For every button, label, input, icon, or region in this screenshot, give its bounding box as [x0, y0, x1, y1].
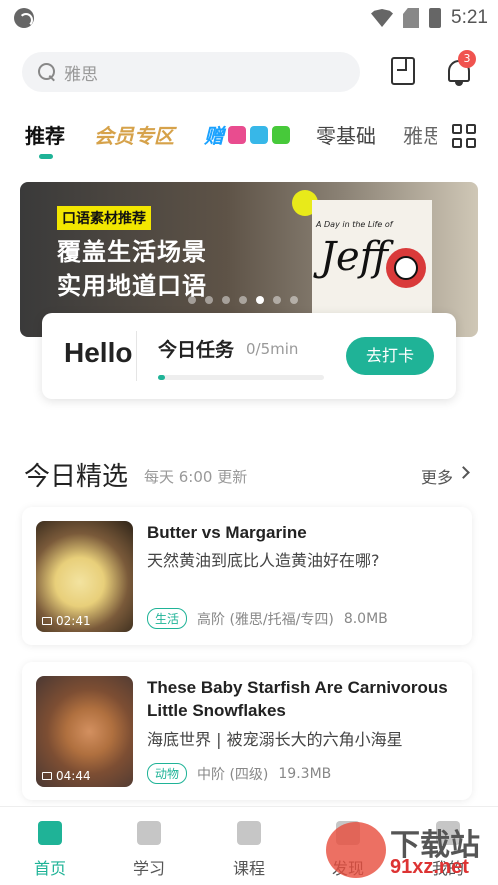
- video-icon: [42, 772, 52, 780]
- search-input[interactable]: 雅思: [22, 52, 360, 92]
- item-meta: 生活 高阶 (雅思/托福/专四) 8.0MB: [147, 608, 388, 629]
- banner-poster-image: A Day in the Life of Jeff: [312, 200, 432, 320]
- banner-headline-1: 覆盖生活场景: [57, 238, 207, 266]
- list-item[interactable]: 04:44 These Baby Starfish Are Carnivorou…: [22, 662, 472, 800]
- item-meta: 动物 中阶 (四级) 19.3MB: [147, 763, 331, 784]
- search-icon: [38, 63, 56, 81]
- duration-text: 04:44: [56, 769, 91, 783]
- carousel-dot[interactable]: [290, 296, 298, 304]
- item-title: Butter vs Margarine: [147, 523, 307, 542]
- list-item[interactable]: 02:41 Butter vs Margarine 天然黄油到底比人造黄油好在哪…: [22, 507, 472, 645]
- poster-title: A Day in the Life of: [316, 220, 393, 229]
- carousel-dot[interactable]: [256, 296, 264, 304]
- section-subtitle: 每天 6:00 更新: [144, 468, 248, 486]
- iqiyi-logo-icon: [272, 125, 290, 144]
- size-text: 8.0MB: [343, 610, 388, 627]
- hello-label: Hello: [64, 337, 133, 368]
- nav-home[interactable]: 首页: [20, 821, 80, 879]
- nav-label: 首页: [33, 859, 66, 878]
- item-subtitle: 海底世界 | 被宠溺长大的六角小海星: [147, 730, 403, 749]
- item-title: These Baby Starfish Are Carnivorous Litt…: [147, 678, 448, 720]
- status-bar: 5:21: [0, 0, 498, 36]
- nav-study[interactable]: 学习: [119, 821, 179, 879]
- nav-label: 学习: [132, 859, 165, 878]
- level-text: 高阶 (雅思/托福/专四): [197, 611, 334, 628]
- carousel-dot[interactable]: [222, 296, 230, 304]
- duration-text: 02:41: [56, 614, 91, 628]
- notification-badge: 3: [458, 50, 476, 68]
- category-tabs: 推荐 会员专区 赠 零基础 雅思: [0, 116, 498, 164]
- daily-task-card: Hello 今日任务 0/5min 去打卡: [42, 313, 456, 399]
- video-play-icon: [250, 125, 268, 144]
- play-book-icon: [137, 821, 161, 845]
- banner-headline-2: 实用地道口语: [57, 272, 207, 300]
- watermark-url: 91xz.net: [390, 856, 469, 878]
- carousel-dot[interactable]: [205, 296, 213, 304]
- poster-name: Jeff: [320, 234, 389, 280]
- partner-logo-icon: [228, 125, 246, 144]
- video-thumbnail: 04:44: [36, 676, 133, 787]
- more-link[interactable]: 更多: [421, 464, 453, 488]
- tab-gift-label: 赠: [204, 124, 224, 148]
- notification-button[interactable]: 3: [446, 50, 476, 86]
- category-tag: 动物: [147, 763, 188, 784]
- category-tag: 生活: [147, 608, 188, 629]
- nav-label: 课程: [232, 859, 265, 878]
- tab-ielts[interactable]: 雅思: [403, 120, 437, 149]
- size-text: 19.3MB: [278, 765, 332, 782]
- banner-chip: 口语素材推荐: [57, 206, 151, 230]
- status-time: 5:21: [451, 7, 488, 28]
- clock-icon: [386, 248, 426, 288]
- daily-task-progress-text: 0/5min: [246, 340, 299, 358]
- tab-vip-zone[interactable]: 会员专区: [94, 120, 174, 149]
- check-in-button[interactable]: 去打卡: [346, 337, 434, 375]
- carousel-dot[interactable]: [188, 296, 196, 304]
- wifi-icon: [371, 9, 394, 27]
- level-text: 中阶 (四级): [197, 766, 269, 783]
- no-sim-icon: [403, 8, 420, 28]
- tab-recommend[interactable]: 推荐: [25, 120, 65, 149]
- section-title: 今日精选: [24, 462, 129, 492]
- carousel-dot[interactable]: [273, 296, 281, 304]
- grid-menu-icon[interactable]: [452, 124, 476, 148]
- daily-task-progress-fill: [158, 375, 165, 380]
- watermark-logo-icon: [326, 822, 386, 878]
- watermark: 下载站 91xz.net: [318, 820, 498, 880]
- item-subtitle: 天然黄油到底比人造黄油好在哪?: [147, 551, 380, 570]
- tab-zero-basics[interactable]: 零基础: [316, 120, 376, 149]
- divider: [136, 331, 137, 381]
- todays-picks-header: 今日精选 每天 6:00 更新 更多: [0, 452, 498, 496]
- carousel-indicator: [188, 296, 298, 304]
- home-icon: [38, 821, 62, 845]
- app-status-icon: [14, 8, 34, 28]
- video-icon: [42, 617, 52, 625]
- nav-courses[interactable]: 课程: [219, 821, 279, 879]
- video-thumbnail: 02:41: [36, 521, 133, 632]
- active-tab-indicator: [39, 154, 53, 159]
- carousel-dot[interactable]: [239, 296, 247, 304]
- chevron-right-icon[interactable]: [457, 466, 470, 479]
- duration-label: 02:41: [42, 614, 91, 628]
- chart-icon: [237, 821, 261, 845]
- daily-task-progress-bar: [158, 375, 324, 380]
- duration-label: 04:44: [42, 769, 91, 783]
- tab-gift[interactable]: 赠: [204, 120, 290, 149]
- battery-icon: [429, 8, 442, 28]
- search-placeholder: 雅思: [64, 64, 98, 85]
- bookmark-icon[interactable]: [391, 57, 415, 85]
- search-row: 雅思 3: [0, 50, 498, 94]
- daily-task-title: 今日任务: [158, 339, 235, 361]
- system-icons: 5:21: [371, 6, 488, 30]
